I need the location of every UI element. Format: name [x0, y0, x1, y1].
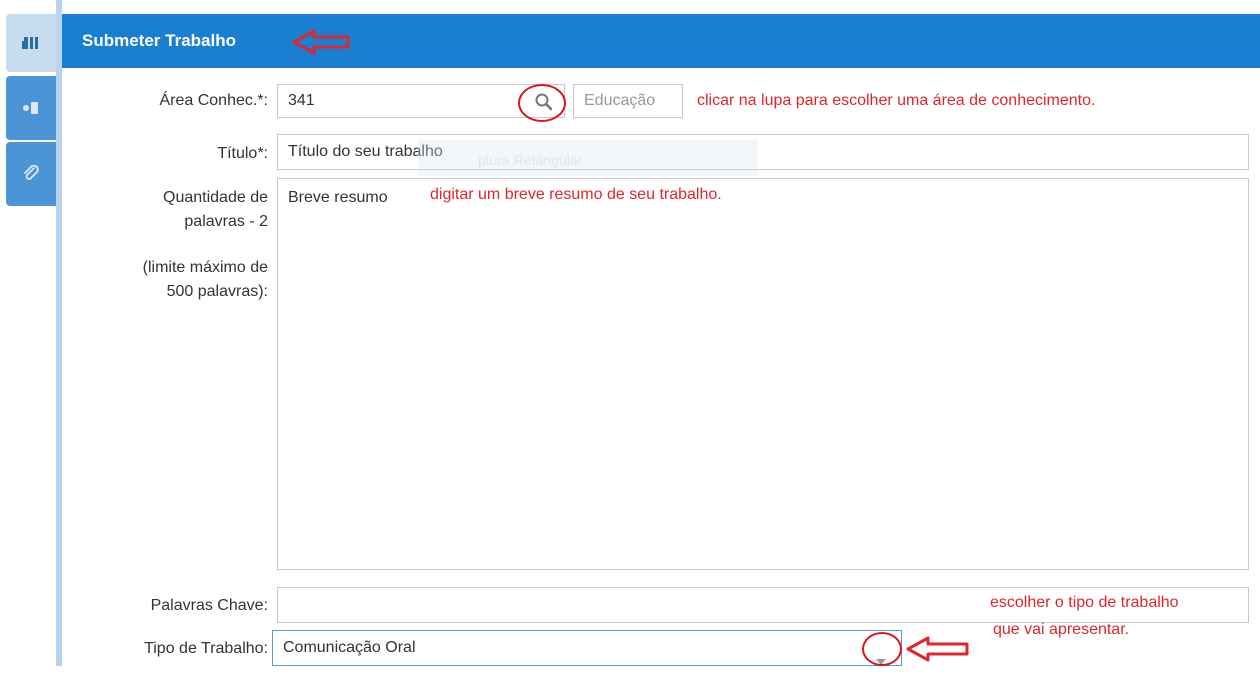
- screen-capture-overlay: ptura Retangular: [418, 140, 758, 176]
- palavras-chave-label: Palavras Chave:: [150, 597, 268, 614]
- resumo-label: Quantidade de palavras - 2 (limite máxim…: [90, 186, 268, 304]
- tipo-selected-value: Comunicação Oral: [283, 639, 416, 656]
- rail-divider: [56, 0, 62, 666]
- titulo-label: Título*:: [217, 145, 268, 162]
- tipo-select[interactable]: Comunicação Oral: [272, 630, 902, 666]
- highlight-circle: [518, 84, 566, 122]
- users-icon: [22, 100, 40, 116]
- arrow-annotation-icon: [292, 29, 352, 60]
- tab-form[interactable]: [6, 14, 56, 72]
- resumo-label-line3: (limite máximo de: [142, 259, 268, 276]
- tipo-label: Tipo de Trabalho:: [144, 640, 268, 657]
- arrow-annotation-icon: [905, 636, 971, 667]
- resumo-value: Breve resumo: [288, 189, 388, 206]
- resumo-label-line2: palavras - 2: [184, 213, 268, 230]
- area-label: Área Conhec.*:: [159, 92, 268, 109]
- paperclip-icon: [22, 165, 40, 183]
- form-icon: [22, 36, 40, 50]
- panel-header: Submeter Trabalho: [62, 14, 1260, 68]
- overlay-text: ptura Retangular: [478, 152, 583, 168]
- tipo-hint-line1: escolher o tipo de trabalho: [990, 594, 1179, 611]
- area-description-value: Educação: [584, 92, 656, 109]
- area-description-field: Educação: [573, 84, 683, 118]
- tab-users[interactable]: [6, 76, 56, 140]
- side-tab-rail: [0, 0, 62, 666]
- resumo-label-line4: 500 palavras):: [166, 283, 268, 300]
- area-hint-annotation: clicar na lupa para escolher uma área de…: [697, 92, 1096, 109]
- area-code-value: 341: [288, 92, 315, 109]
- resumo-hint-annotation: digitar um breve resumo de seu trabalho.: [430, 186, 722, 203]
- highlight-circle-dropdown: [862, 632, 902, 666]
- resumo-textarea[interactable]: Breve resumo: [277, 178, 1249, 570]
- tipo-hint-line2: que vai apresentar.: [993, 621, 1130, 638]
- page-title: Submeter Trabalho: [82, 31, 236, 50]
- resumo-label-line1: Quantidade de: [163, 189, 268, 206]
- tab-attachments[interactable]: [6, 142, 56, 206]
